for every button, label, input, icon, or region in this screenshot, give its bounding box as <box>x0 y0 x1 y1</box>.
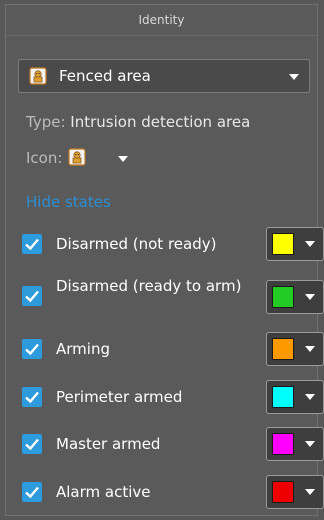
checkmark-icon <box>25 486 39 499</box>
chevron-down-icon <box>289 74 299 80</box>
chevron-down-icon <box>305 394 315 400</box>
hide-states-link[interactable]: Hide states <box>26 193 111 211</box>
entity-type-label: Fenced area <box>59 67 151 85</box>
state-label: Alarm active <box>56 483 151 501</box>
state-checkbox[interactable] <box>22 286 42 306</box>
icon-key: Icon: <box>26 149 63 167</box>
type-key: Type: <box>26 113 66 131</box>
chevron-down-icon <box>305 441 315 447</box>
color-swatch <box>272 233 294 255</box>
checkmark-icon <box>25 290 39 303</box>
state-color-picker[interactable] <box>266 332 324 366</box>
color-swatch <box>272 286 294 308</box>
state-label: Perimeter armed <box>56 388 183 406</box>
state-label: Master armed <box>56 435 161 453</box>
state-checkbox[interactable] <box>22 234 42 254</box>
color-swatch <box>272 338 294 360</box>
fenced-area-icon[interactable] <box>68 148 86 166</box>
entity-type-dropdown[interactable]: Fenced area <box>18 59 310 93</box>
state-color-picker[interactable] <box>266 475 324 509</box>
state-checkbox[interactable] <box>22 482 42 502</box>
state-color-picker[interactable] <box>266 427 324 461</box>
chevron-down-icon <box>305 294 315 300</box>
checkmark-icon <box>25 238 39 251</box>
color-swatch <box>272 386 294 408</box>
state-checkbox[interactable] <box>22 387 42 407</box>
identity-panel: Identity Fenced area Type: Intrusion det… <box>5 4 324 516</box>
state-color-picker[interactable] <box>266 280 324 314</box>
color-swatch <box>272 433 294 455</box>
icon-picker-chevron-down-icon[interactable] <box>118 156 128 162</box>
chevron-down-icon <box>305 489 315 495</box>
state-label: Disarmed (not ready) <box>56 235 217 253</box>
state-label: Arming <box>56 340 110 358</box>
state-color-picker[interactable] <box>266 227 324 261</box>
chevron-down-icon <box>305 346 315 352</box>
type-value: Intrusion detection area <box>70 113 251 131</box>
state-color-picker[interactable] <box>266 380 324 414</box>
type-row: Type: Intrusion detection area <box>26 113 250 131</box>
color-swatch <box>272 481 294 503</box>
checkmark-icon <box>25 343 39 356</box>
state-checkbox[interactable] <box>22 339 42 359</box>
chevron-down-icon <box>305 241 315 247</box>
fenced-area-icon <box>29 67 47 85</box>
state-label: Disarmed (ready to arm) <box>56 277 242 295</box>
state-checkbox[interactable] <box>22 434 42 454</box>
panel-header: Identity <box>6 5 317 36</box>
checkmark-icon <box>25 438 39 451</box>
checkmark-icon <box>25 391 39 404</box>
